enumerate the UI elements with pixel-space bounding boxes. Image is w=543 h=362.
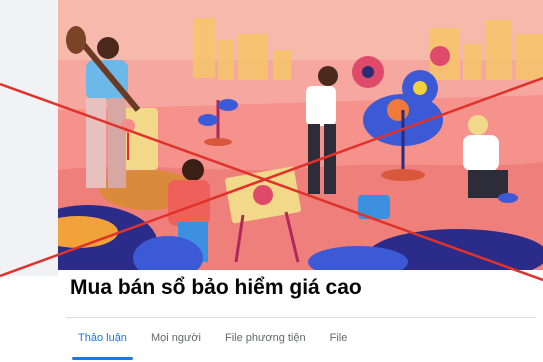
tab-discussion[interactable]: Thảo luận: [66, 318, 139, 360]
tab-files[interactable]: File: [318, 318, 360, 358]
cover-illustration: [58, 0, 543, 270]
group-page: Mua bán sổ bảo hiểm giá cao Thảo luận Mọ…: [0, 0, 543, 362]
tab-media[interactable]: File phương tiện: [213, 318, 318, 358]
group-title: Mua bán sổ bảo hiểm giá cao: [70, 276, 362, 299]
tab-people[interactable]: Mọi người: [139, 318, 213, 358]
left-gutter: [0, 0, 58, 276]
cover-photo[interactable]: [58, 0, 543, 270]
group-tabs: Thảo luận Mọi người File phương tiện Fil…: [66, 318, 359, 362]
